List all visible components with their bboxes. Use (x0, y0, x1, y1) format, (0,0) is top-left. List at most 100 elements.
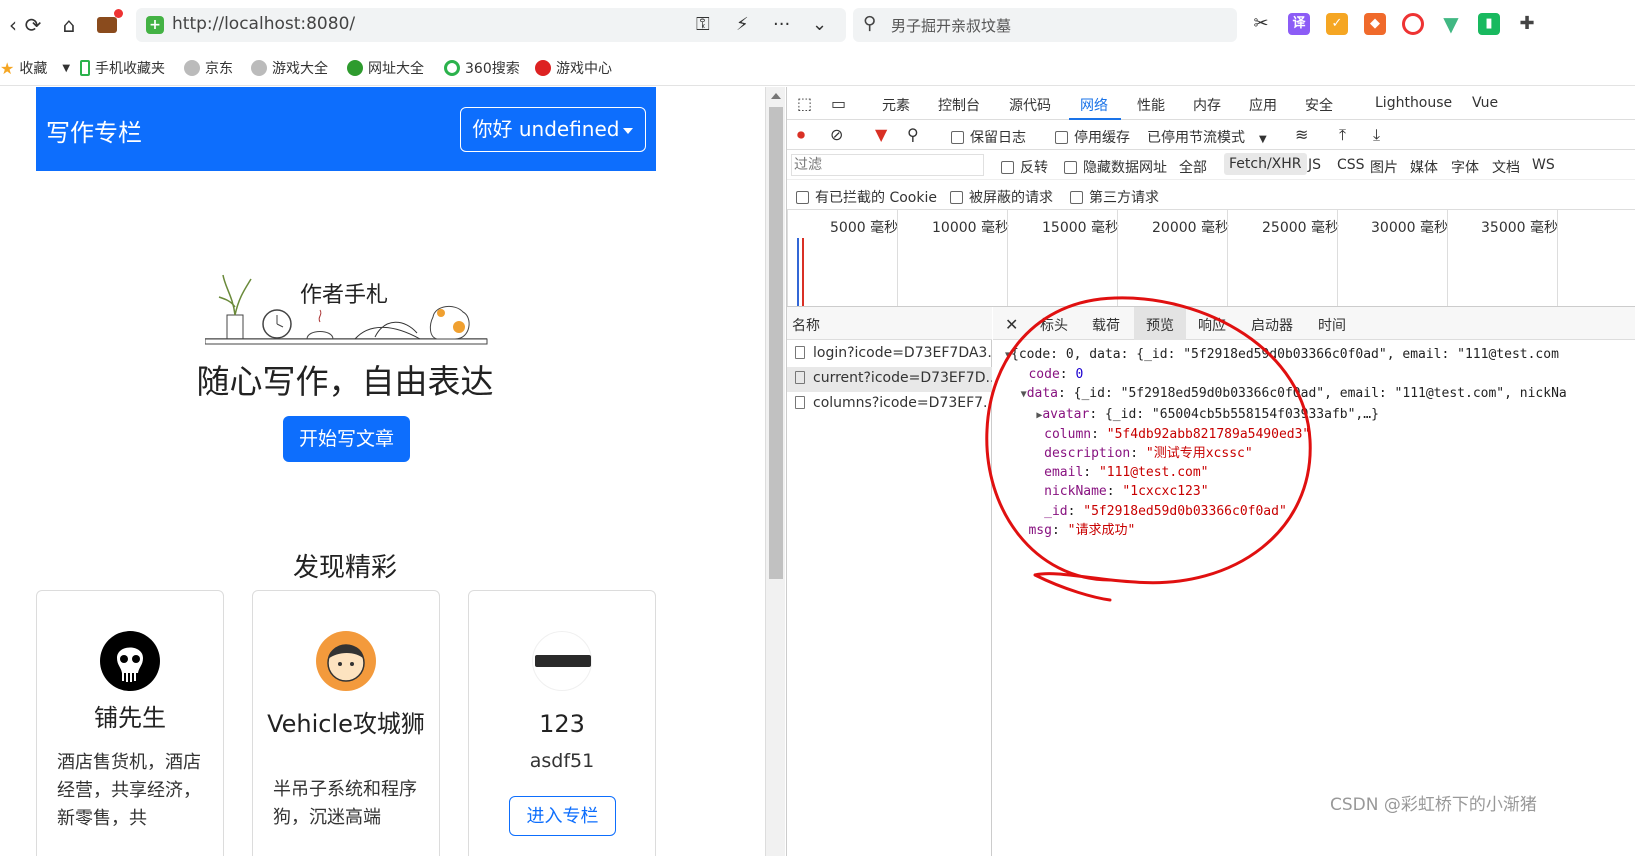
tab-preview[interactable]: 预览 (1134, 307, 1186, 340)
throttle-select[interactable]: 已停用节流模式 ▼ (1147, 127, 1267, 147)
inspect-icon[interactable]: ⬚ (797, 94, 812, 113)
start-writing-button[interactable]: 开始写文章 (283, 416, 410, 462)
hide-data-urls-checkbox[interactable]: 隐藏数据网址 (1064, 157, 1167, 177)
file-icon (795, 346, 805, 359)
third-party-checkbox[interactable]: 第三方请求 (1070, 187, 1159, 207)
cartoon-avatar (316, 631, 376, 691)
network-timeline[interactable]: 5000 毫秒 10000 毫秒 15000 毫秒 20000 毫秒 25000… (787, 210, 1635, 307)
scissors-icon[interactable]: ✂ (1250, 13, 1272, 35)
type-ws[interactable]: WS (1532, 157, 1555, 173)
scroll-thumb[interactable] (769, 107, 783, 579)
bar-avatar (532, 631, 592, 691)
filter-input[interactable]: 过滤 (791, 154, 984, 176)
enter-column-button[interactable]: 进入专栏 (509, 796, 616, 836)
filter-icon[interactable]: ▼ (875, 125, 887, 144)
tab-performance[interactable]: 性能 (1137, 95, 1165, 115)
bookmark-game-center[interactable]: 游戏中心 (535, 58, 612, 78)
type-js[interactable]: JS (1308, 157, 1321, 173)
type-media[interactable]: 媒体 (1410, 157, 1438, 177)
bookmark-mobile[interactable]: 手机收藏夹 (80, 58, 165, 78)
tab-timing[interactable]: 时间 (1318, 315, 1346, 335)
shield-icon[interactable]: ✓ (1326, 13, 1348, 35)
tab-payload[interactable]: 载荷 (1092, 315, 1120, 335)
360-icon (444, 60, 460, 76)
tab-lighthouse[interactable]: Lighthouse (1375, 95, 1452, 111)
vue-icon[interactable]: ▼ (1440, 13, 1462, 35)
key-icon[interactable]: ⚿ (696, 14, 710, 35)
tab-console[interactable]: 控制台 (938, 95, 980, 115)
timeline-col: 30000 毫秒 (1337, 210, 1448, 306)
caret-down-icon: ▼ (62, 62, 71, 74)
ring-icon[interactable] (1402, 13, 1424, 35)
lightning-icon[interactable]: ⚡ (736, 14, 749, 35)
type-css[interactable]: CSS (1337, 157, 1365, 173)
timeline-col (1557, 210, 1635, 306)
invert-checkbox[interactable]: 反转 (1001, 157, 1048, 177)
bookmarks-bar: ★ 收藏 ▼ 手机收藏夹 京东 游戏大全 网址大全 360搜索 游戏中心 (0, 50, 1635, 86)
briefcase-icon[interactable] (94, 9, 123, 38)
request-row[interactable]: current?icode=D73EF7D... (787, 367, 992, 392)
translate-icon[interactable]: 译 (1288, 13, 1310, 35)
type-fetch-xhr[interactable]: Fetch/XHR (1224, 153, 1307, 175)
caret-down-icon: ▼ (1259, 134, 1267, 145)
tab-application[interactable]: 应用 (1249, 95, 1277, 115)
tab-network[interactable]: 网络 (1080, 95, 1108, 115)
tab-memory[interactable]: 内存 (1193, 95, 1221, 115)
more-icon[interactable]: ··· (773, 14, 790, 35)
brand[interactable]: 写作专栏 (46, 113, 142, 148)
preserve-log-checkbox[interactable]: 保留日志 (951, 127, 1026, 147)
detail-tabs: ✕ 标头 载荷 预览 响应 启动器 时间 (993, 307, 1635, 340)
page-scrollbar[interactable] (765, 87, 785, 856)
column-card: 铺先生 酒店售货机，酒店经营，共享经济，新零售，共 (36, 590, 224, 856)
blocked-cookies-checkbox[interactable]: 有已拦截的 Cookie (796, 187, 937, 207)
request-row[interactable]: columns?icode=D73EF7... (787, 392, 992, 417)
card-title: 123 (539, 710, 585, 738)
json-preview: ▼{code: 0, data: {_id: "5f2918ed59d0b033… (1005, 347, 1567, 538)
request-row[interactable]: login?icode=D73EF7DA3... (787, 342, 992, 367)
clear-icon[interactable]: ⊘ (830, 125, 843, 144)
tab-elements[interactable]: 元素 (882, 95, 910, 115)
bookmark-games[interactable]: 游戏大全 (251, 58, 328, 78)
type-doc[interactable]: 文档 (1492, 157, 1520, 177)
tab-initiator[interactable]: 启动器 (1251, 315, 1293, 335)
bookmark-sites[interactable]: 网址大全 (347, 58, 424, 78)
type-img[interactable]: 图片 (1370, 157, 1398, 177)
bookmark-favorites[interactable]: ★ 收藏 ▼ (0, 58, 70, 78)
disable-cache-checkbox[interactable]: 停用缓存 (1055, 127, 1130, 147)
game-icon[interactable]: ◆ (1364, 13, 1386, 35)
type-all[interactable]: 全部 (1179, 157, 1207, 177)
load-marker (802, 238, 804, 306)
card-description: 酒店售货机，酒店经营，共享经济，新零售，共 (57, 752, 201, 829)
device-icon[interactable]: ▭ (831, 94, 846, 113)
tab-headers[interactable]: 标头 (1040, 315, 1068, 335)
tab-sources[interactable]: 源代码 (1009, 95, 1051, 115)
upload-icon[interactable]: ⤒ (1339, 125, 1346, 145)
address-bar[interactable]: + http://localhost:8080/ ⚿ ⚡ ··· ⌄ (136, 8, 846, 42)
chevron-down-icon[interactable]: ⌄ (812, 14, 827, 35)
close-icon[interactable]: ✕ (1005, 315, 1018, 334)
download-icon[interactable]: ⤓ (1373, 125, 1380, 145)
secure-icon: + (146, 16, 164, 34)
reload-icon[interactable]: ⟳ (20, 12, 46, 38)
home-icon[interactable]: ⌂ (56, 12, 82, 38)
plus-circle-icon (347, 60, 363, 76)
bookmark-360[interactable]: 360搜索 (444, 58, 520, 78)
scroll-up-icon[interactable] (771, 93, 781, 99)
search-icon[interactable]: ⚲ (907, 125, 919, 144)
bookmark-jd[interactable]: 京东 (184, 58, 233, 78)
filter-row-2: 有已拦截的 Cookie 被屏蔽的请求 第三方请求 (787, 180, 1635, 210)
watermark: CSDN @彩虹桥下的小渐猪 (1330, 795, 1537, 815)
book-icon[interactable]: ▮ (1478, 13, 1500, 35)
user-dropdown[interactable]: 你好 undefined (460, 107, 646, 152)
type-font[interactable]: 字体 (1451, 157, 1479, 177)
tab-response[interactable]: 响应 (1198, 315, 1226, 335)
puzzle-icon[interactable]: ✚ (1516, 13, 1538, 35)
tab-security[interactable]: 安全 (1305, 95, 1333, 115)
tab-vue[interactable]: Vue (1472, 95, 1498, 111)
search-bar[interactable]: ⚲ 男子掘开亲叔坟墓 (853, 8, 1237, 42)
blocked-requests-checkbox[interactable]: 被屏蔽的请求 (950, 187, 1053, 207)
hero-subtitle: 作者手札 (300, 283, 389, 308)
wifi-icon[interactable]: ≋ (1295, 125, 1308, 144)
name-column-header[interactable]: 名称 (787, 307, 992, 340)
record-icon[interactable]: ⏺ (797, 125, 805, 145)
